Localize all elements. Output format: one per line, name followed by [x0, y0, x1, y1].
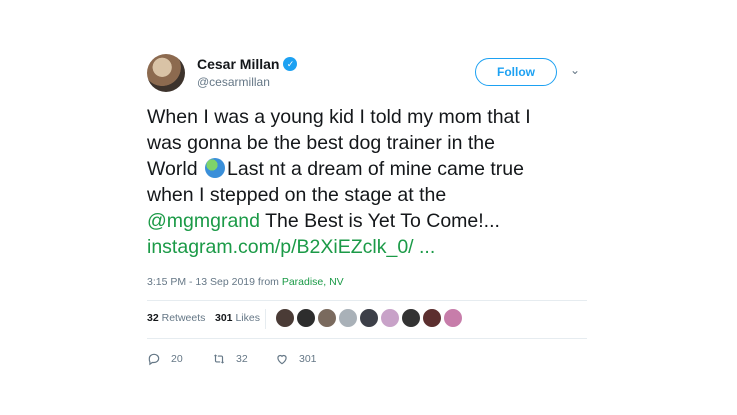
globe-emoji-icon — [205, 158, 225, 178]
liker-avatar[interactable] — [296, 308, 316, 328]
liker-avatar[interactable] — [317, 308, 337, 328]
tweet-header: Cesar Millan ✓ @cesarmillan Follow ⌄ — [135, 44, 600, 96]
follow-button[interactable]: Follow — [475, 58, 557, 86]
retweet-icon — [213, 354, 225, 364]
tweet-line: The Best is Yet To Come!... — [260, 210, 500, 232]
user-name[interactable]: Cesar Millan — [197, 56, 279, 72]
chevron-down-icon[interactable]: ⌄ — [570, 63, 580, 77]
retweet-count: 32 — [236, 353, 248, 365]
verified-check-icon: ✓ — [283, 57, 298, 71]
retweets-label: Retweets — [161, 312, 206, 324]
avatar[interactable] — [147, 54, 185, 92]
reply-button[interactable]: 20 — [147, 352, 183, 366]
tweet-line: Last nt a dream of mine came true — [227, 158, 524, 180]
reply-count: 20 — [171, 353, 183, 365]
liker-avatar[interactable] — [338, 308, 358, 328]
retweets-count: 32 — [147, 312, 159, 324]
likes-label: Likes — [235, 312, 260, 324]
retweet-button[interactable]: 32 — [212, 352, 248, 366]
reply-icon — [148, 353, 160, 366]
likes-stat[interactable]: 301 Likes — [215, 312, 260, 324]
tweet-line: when I stepped on the stage at the — [147, 184, 447, 206]
likes-count: 301 — [215, 312, 233, 324]
tweet-line: was gonna be the best dog trainer in the — [147, 132, 495, 154]
liker-avatar[interactable] — [380, 308, 400, 328]
instagram-link[interactable]: instagram.com/p/B2XiEZclk_0/ ... — [147, 236, 435, 258]
tweet-stats: 32 Retweets 301 Likes — [135, 300, 600, 339]
retweets-stat[interactable]: 32 Retweets — [147, 312, 205, 324]
tweet-timestamp[interactable]: 3:15 PM - 13 Sep 2019 from — [147, 276, 282, 288]
tweet-meta: 3:15 PM - 13 Sep 2019 from Paradise, NV — [147, 276, 600, 288]
like-button[interactable]: 301 — [275, 352, 317, 366]
like-count: 301 — [299, 353, 317, 365]
divider — [265, 309, 266, 329]
liker-avatars — [275, 308, 463, 328]
tweet-line: When I was a young kid I told my mom tha… — [147, 106, 531, 128]
tweet-card: Cesar Millan ✓ @cesarmillan Follow ⌄ Whe… — [135, 44, 600, 378]
mention-link[interactable]: @mgmgrand — [147, 210, 260, 232]
tweet-location[interactable]: Paradise, NV — [282, 276, 344, 288]
liker-avatar[interactable] — [401, 308, 421, 328]
tweet-actions: 20 32 301 — [135, 338, 600, 378]
tweet-text: When I was a young kid I told my mom tha… — [147, 104, 587, 260]
tweet-line: World — [147, 158, 203, 180]
liker-avatar[interactable] — [275, 308, 295, 328]
name-row: Cesar Millan ✓ — [197, 56, 298, 72]
user-handle[interactable]: @cesarmillan — [197, 75, 297, 89]
divider — [147, 300, 587, 301]
liker-avatar[interactable] — [359, 308, 379, 328]
user-info: Cesar Millan ✓ @cesarmillan — [197, 56, 298, 89]
heart-icon — [277, 354, 287, 365]
liker-avatar[interactable] — [443, 308, 463, 328]
liker-avatar[interactable] — [422, 308, 442, 328]
